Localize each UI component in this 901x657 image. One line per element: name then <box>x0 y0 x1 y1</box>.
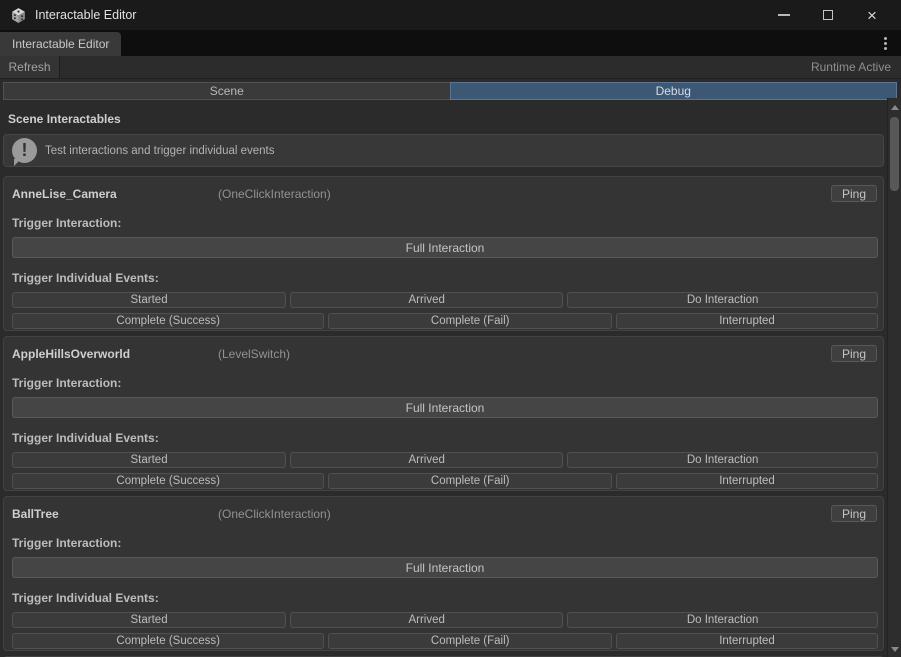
started-button[interactable]: Started <box>12 452 286 468</box>
tab-interactable-editor[interactable]: Interactable Editor <box>0 32 121 56</box>
full-interaction-button[interactable]: Full Interaction <box>12 237 878 258</box>
ping-button[interactable]: Ping <box>831 505 877 522</box>
full-interaction-button[interactable]: Full Interaction <box>12 557 878 578</box>
window-title: Interactable Editor <box>35 8 136 22</box>
complete-fail-button[interactable]: Complete (Fail) <box>328 313 612 329</box>
complete-fail-button[interactable]: Complete (Fail) <box>328 633 612 649</box>
arrived-button[interactable]: Arrived <box>290 452 563 468</box>
view-toggle: Scene Debug <box>3 82 897 100</box>
vertical-scrollbar[interactable] <box>887 98 901 657</box>
trigger-interaction-label: Trigger Interaction: <box>12 536 878 550</box>
complete-success-button[interactable]: Complete (Success) <box>12 633 324 649</box>
section-title: Scene Interactables <box>8 112 884 126</box>
debug-tab-button[interactable]: Debug <box>450 82 898 100</box>
do-interaction-button[interactable]: Do Interaction <box>567 452 878 468</box>
minimize-button[interactable] <box>769 4 799 26</box>
trigger-events-label: Trigger Individual Events: <box>12 271 878 285</box>
runtime-active-toggle[interactable]: Runtime Active <box>801 56 901 78</box>
help-text: Test interactions and trigger individual… <box>45 145 275 157</box>
do-interaction-button[interactable]: Do Interaction <box>567 612 878 628</box>
window-titlebar: Interactable Editor × <box>0 0 901 30</box>
trigger-events-label: Trigger Individual Events: <box>12 431 878 445</box>
entry-box: BallTree (OneClickInteraction) Ping Trig… <box>3 496 884 651</box>
do-interaction-button[interactable]: Do Interaction <box>567 292 878 308</box>
refresh-button[interactable]: Refresh <box>0 56 60 78</box>
entry-type: (OneClickInteraction) <box>218 507 331 521</box>
interrupted-button[interactable]: Interrupted <box>616 633 878 649</box>
close-icon: × <box>867 7 877 24</box>
tab-label: Interactable Editor <box>12 37 109 51</box>
scene-interactables-panel: Scene Interactables ! Test interactions … <box>0 100 901 657</box>
complete-success-button[interactable]: Complete (Success) <box>12 313 324 329</box>
trigger-interaction-label: Trigger Interaction: <box>12 376 878 390</box>
ping-button[interactable]: Ping <box>831 345 877 362</box>
entry-box: AnneLise_Camera (OneClickInteraction) Pi… <box>3 176 884 331</box>
trigger-events-label: Trigger Individual Events: <box>12 591 878 605</box>
maximize-button[interactable] <box>813 4 843 26</box>
started-button[interactable]: Started <box>12 292 286 308</box>
entry-box: AppleHillsOverworld (LevelSwitch) Ping T… <box>3 336 884 491</box>
entry-name: BallTree <box>12 507 218 521</box>
scene-tab-button[interactable]: Scene <box>3 82 450 100</box>
close-button[interactable]: × <box>857 4 887 26</box>
scroll-down-arrow-icon[interactable] <box>891 647 899 652</box>
unity-dice-icon <box>10 7 27 24</box>
info-exclamation-icon: ! <box>12 138 37 163</box>
entry-name: AnneLise_Camera <box>12 187 218 201</box>
scrollbar-thumb[interactable] <box>890 117 899 191</box>
toolbar: Refresh Runtime Active <box>0 56 901 79</box>
interrupted-button[interactable]: Interrupted <box>616 313 878 329</box>
complete-fail-button[interactable]: Complete (Fail) <box>328 473 612 489</box>
tab-strip: Interactable Editor <box>0 30 901 56</box>
arrived-button[interactable]: Arrived <box>290 612 563 628</box>
help-box: ! Test interactions and trigger individu… <box>3 134 884 167</box>
scroll-up-arrow-icon[interactable] <box>891 105 899 110</box>
arrived-button[interactable]: Arrived <box>290 292 563 308</box>
full-interaction-button[interactable]: Full Interaction <box>12 397 878 418</box>
entry-name: AppleHillsOverworld <box>12 347 218 361</box>
minimize-icon <box>778 14 790 16</box>
trigger-interaction-label: Trigger Interaction: <box>12 216 878 230</box>
maximize-icon <box>823 10 833 20</box>
kebab-dots-icon <box>884 37 887 40</box>
complete-success-button[interactable]: Complete (Success) <box>12 473 324 489</box>
entry-type: (LevelSwitch) <box>218 347 290 361</box>
interrupted-button[interactable]: Interrupted <box>616 473 878 489</box>
started-button[interactable]: Started <box>12 612 286 628</box>
ping-button[interactable]: Ping <box>831 185 877 202</box>
entry-type: (OneClickInteraction) <box>218 187 331 201</box>
tab-menu-button[interactable] <box>877 35 893 51</box>
